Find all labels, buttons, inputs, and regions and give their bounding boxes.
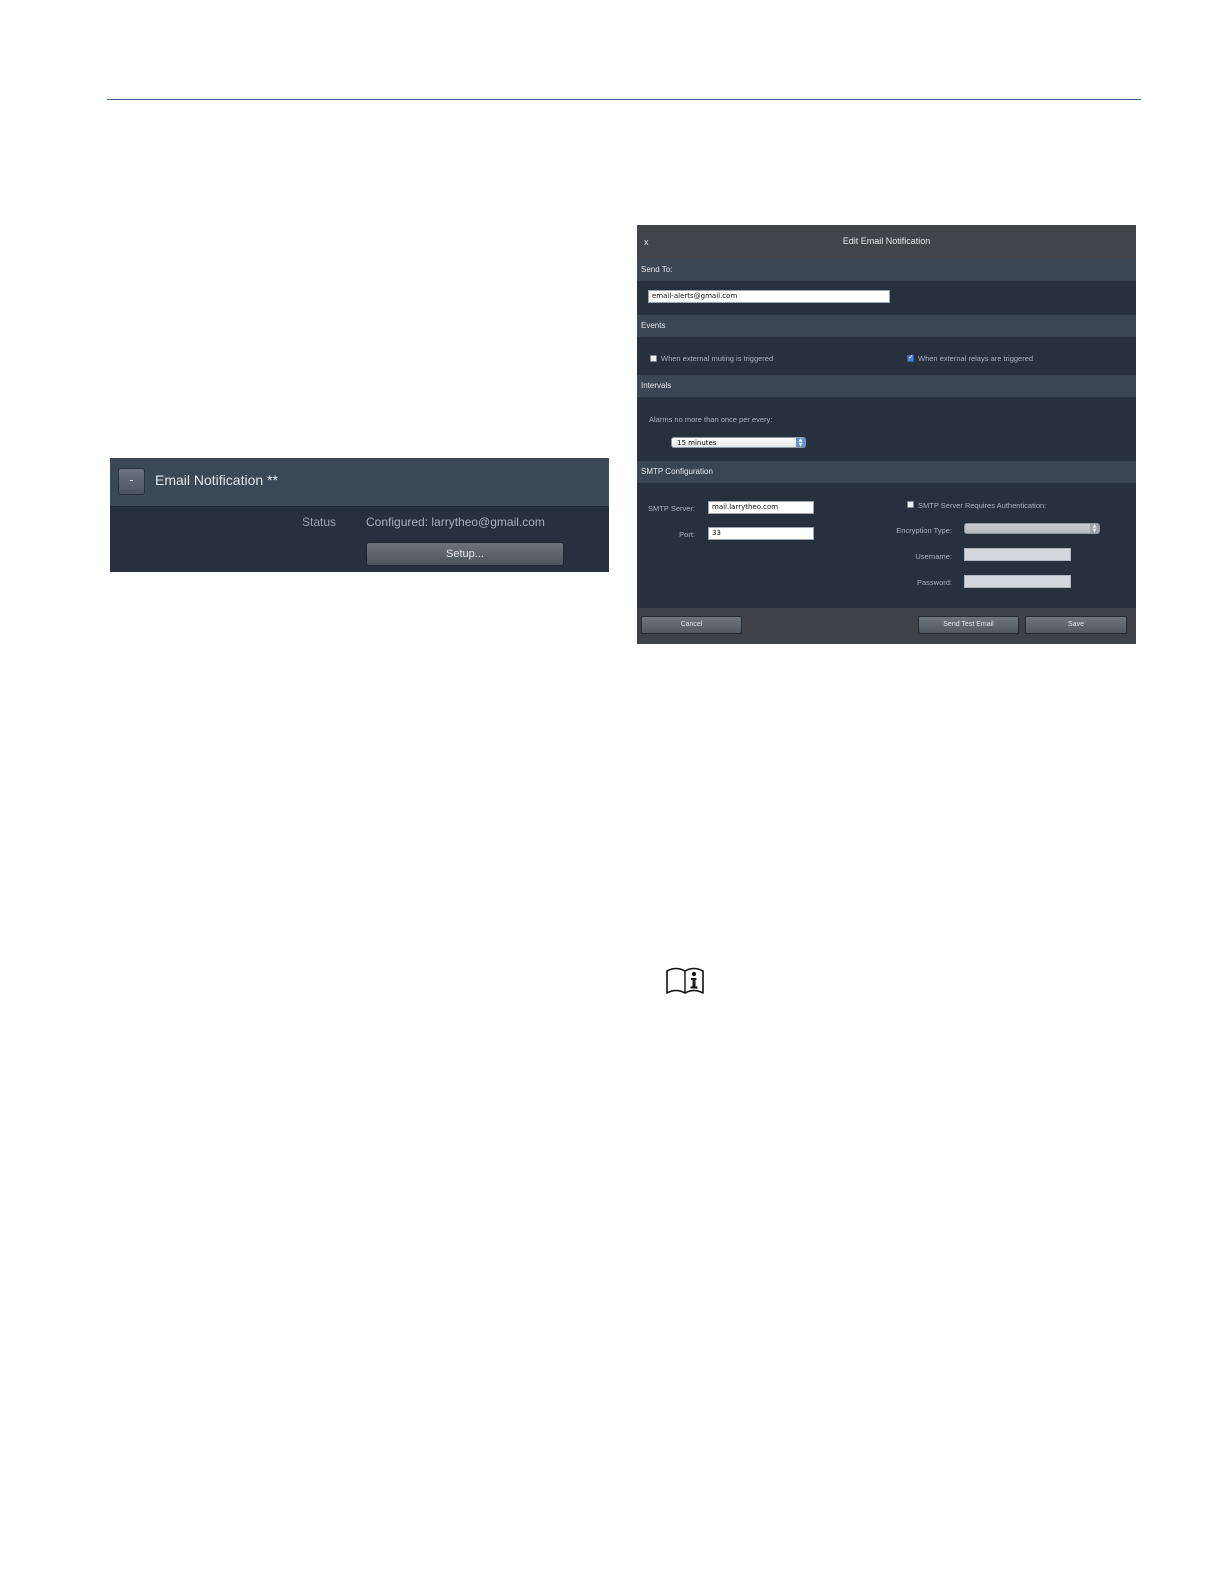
muting-checkbox[interactable] bbox=[650, 355, 657, 362]
send-to-heading: Send To: bbox=[637, 259, 1136, 281]
dialog-titlebar: Edit Email Notification x bbox=[637, 225, 1136, 259]
book-info-icon bbox=[666, 967, 704, 994]
close-icon[interactable]: x bbox=[644, 237, 649, 247]
panel-header: - Email Notification ** bbox=[110, 458, 609, 507]
dialog-footer: Cancel Send Test Email Save bbox=[637, 608, 1136, 644]
page-top-rule bbox=[107, 99, 1141, 100]
relays-checkbox[interactable] bbox=[907, 353, 914, 362]
password-label: Password: bbox=[916, 578, 952, 587]
auth-checkbox[interactable] bbox=[907, 501, 914, 508]
email-notification-panel: - Email Notification ** Status Configure… bbox=[110, 458, 609, 572]
status-label: Status bbox=[302, 515, 337, 529]
select-arrows-icon: ▲ ▼ bbox=[796, 438, 805, 447]
select-arrows-icon: ▲ ▼ bbox=[1090, 524, 1099, 533]
smtp-server-field[interactable]: mail.larrytheo.com bbox=[708, 501, 814, 514]
smtp-heading: SMTP Configuration bbox=[637, 461, 1136, 483]
port-field[interactable]: 33 bbox=[708, 527, 814, 540]
password-field[interactable] bbox=[964, 575, 1071, 588]
send-to-email-field[interactable]: email-alerts@gmail.com bbox=[648, 290, 890, 303]
username-label: Username: bbox=[915, 552, 952, 561]
intervals-heading: Intervals bbox=[637, 375, 1136, 397]
dialog-title: Edit Email Notification bbox=[842, 236, 931, 246]
auth-label: SMTP Server Requires Authentication: bbox=[918, 501, 1047, 510]
username-field[interactable] bbox=[964, 548, 1071, 561]
collapse-button[interactable]: - bbox=[118, 468, 145, 495]
send-test-email-button[interactable]: Send Test Email bbox=[918, 616, 1019, 634]
edit-email-notification-dialog: Edit Email Notification x Send To: email… bbox=[637, 225, 1136, 644]
cancel-button[interactable]: Cancel bbox=[641, 616, 742, 634]
interval-select[interactable]: 15 minutes ▲ ▼ bbox=[671, 437, 806, 448]
intervals-prompt: Alarms no more than once per every: bbox=[649, 415, 773, 424]
status-value: Configured: larrytheo@gmail.com bbox=[366, 515, 545, 529]
events-heading: Events bbox=[637, 315, 1136, 337]
interval-select-value: 15 minutes bbox=[677, 439, 717, 447]
encryption-select[interactable]: ▲ ▼ bbox=[964, 523, 1100, 534]
panel-title: Email Notification ** bbox=[155, 472, 278, 488]
encryption-label: Encryption Type: bbox=[896, 526, 952, 535]
port-label: Port: bbox=[679, 530, 695, 539]
save-button[interactable]: Save bbox=[1025, 616, 1127, 634]
setup-button[interactable]: Setup... bbox=[366, 542, 564, 566]
muting-label: When external muting is triggered bbox=[661, 354, 774, 363]
relays-label: When external relays are triggered bbox=[918, 354, 1034, 363]
smtp-server-label: SMTP Server: bbox=[648, 504, 695, 513]
